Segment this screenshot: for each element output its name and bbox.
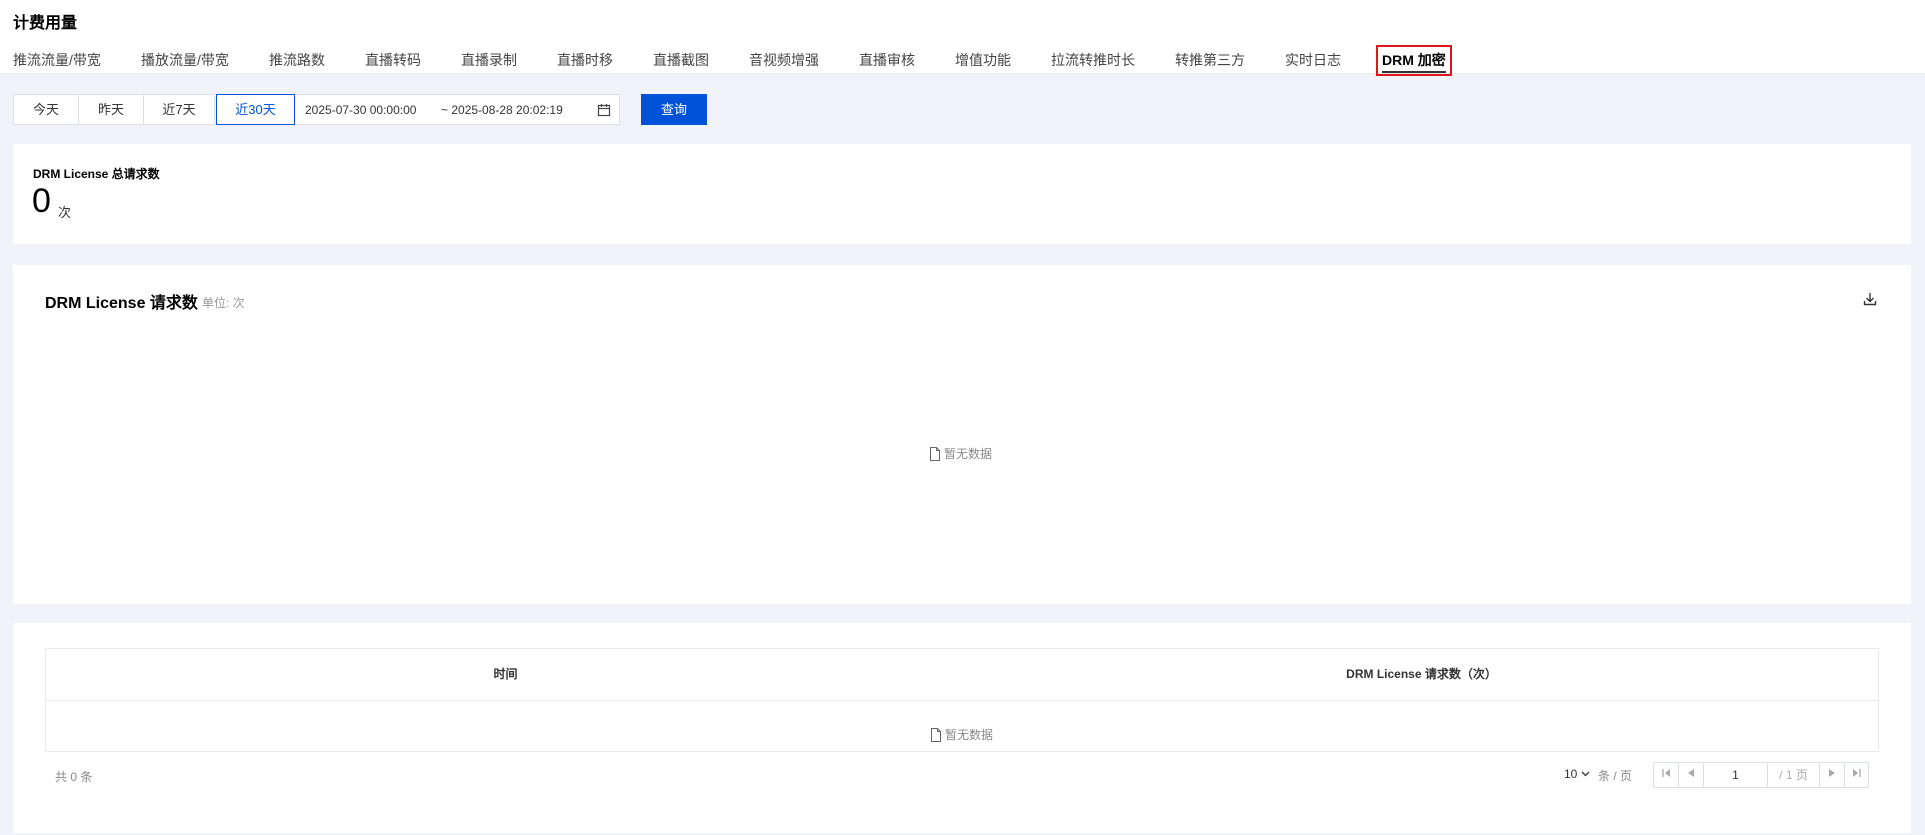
file-icon: [931, 728, 941, 742]
range-7days-button[interactable]: 近7天: [143, 94, 215, 125]
top-bar: 计费用量 推流流量/带宽 播放流量/带宽 推流路数 直播转码 直播录制 直播时移…: [0, 0, 1925, 76]
page-size-select[interactable]: 10: [1564, 767, 1590, 781]
tab-bar: 推流流量/带宽 播放流量/带宽 推流路数 直播转码 直播录制 直播时移 直播截图…: [0, 45, 1925, 76]
summary-card: DRM License 总请求数 0 次: [13, 144, 1911, 244]
table-empty-state: 暂无数据: [930, 726, 993, 743]
tab-recording[interactable]: 直播录制: [461, 46, 517, 74]
summary-label: DRM License 总请求数: [33, 167, 160, 181]
tab-moderation[interactable]: 直播审核: [859, 46, 915, 74]
tab-push-streams[interactable]: 推流路数: [269, 46, 325, 74]
page-size-unit: 条 / 页: [1598, 769, 1633, 783]
table-empty-text: 暂无数据: [945, 728, 994, 742]
pagination: / 1 页: [1653, 762, 1869, 788]
next-page-icon[interactable]: [1820, 763, 1845, 787]
chart-card: DRM License 请求数 单位: 次 暂无数据: [13, 265, 1911, 604]
page-title: 计费用量: [13, 15, 78, 32]
column-header-time: 时间: [493, 667, 518, 681]
first-page-icon[interactable]: [1654, 763, 1679, 787]
tab-av-enhance[interactable]: 音视频增强: [749, 46, 819, 74]
query-button[interactable]: 查询: [641, 94, 707, 125]
tab-screenshot[interactable]: 直播截图: [653, 46, 709, 74]
table-header-divider: [46, 700, 1878, 701]
chart-unit: 单位: 次: [202, 296, 245, 310]
chart-empty-text: 暂无数据: [944, 447, 993, 461]
tab-pull-relay[interactable]: 拉流转推时长: [1051, 46, 1135, 74]
chevron-down-icon: [1581, 771, 1590, 777]
tab-value-added[interactable]: 增值功能: [955, 46, 1011, 74]
summary-unit: 次: [58, 205, 72, 220]
tab-drm-encryption[interactable]: DRM 加密: [1376, 45, 1452, 76]
tab-push-traffic[interactable]: 推流流量/带宽: [13, 46, 101, 74]
total-count: 共 0 条: [55, 770, 93, 784]
date-range-start: 2025-07-30 00:00:00: [305, 103, 417, 117]
file-icon: [930, 447, 940, 461]
chart-title: DRM License 请求数: [45, 295, 198, 312]
active-tab-indicator: [1382, 71, 1446, 73]
date-range-picker[interactable]: 2025-07-30 00:00:00 ~ 2025-08-28 20:02:1…: [294, 94, 620, 125]
calendar-icon[interactable]: [597, 103, 611, 117]
download-icon[interactable]: [1862, 291, 1878, 307]
date-range-end: ~ 2025-08-28 20:02:19: [441, 103, 563, 117]
tab-timeshift[interactable]: 直播时移: [557, 46, 613, 74]
page-size-value: 10: [1564, 767, 1578, 781]
data-table: 时间 DRM License 请求数（次） 暂无数据: [45, 648, 1879, 752]
range-yesterday-button[interactable]: 昨天: [78, 94, 144, 125]
last-page-icon[interactable]: [1844, 763, 1869, 787]
page-number-input[interactable]: [1704, 763, 1768, 787]
summary-value: 0: [32, 182, 51, 220]
prev-page-icon[interactable]: [1679, 763, 1704, 787]
tab-play-traffic[interactable]: 播放流量/带宽: [141, 46, 229, 74]
column-header-requests: DRM License 请求数（次）: [1346, 667, 1497, 681]
tab-drm-encryption-label: DRM 加密: [1382, 52, 1446, 68]
tab-third-party-relay[interactable]: 转推第三方: [1175, 46, 1245, 74]
tab-transcode[interactable]: 直播转码: [365, 46, 421, 74]
range-30days-button[interactable]: 近30天: [216, 94, 295, 125]
table-card: 时间 DRM License 请求数（次） 暂无数据 共 0 条 10 条 / …: [13, 623, 1911, 833]
chart-empty-state: 暂无数据: [929, 445, 992, 462]
range-today-button[interactable]: 今天: [13, 94, 79, 125]
total-pages: / 1 页: [1768, 763, 1820, 787]
tab-realtime-log[interactable]: 实时日志: [1285, 46, 1341, 74]
